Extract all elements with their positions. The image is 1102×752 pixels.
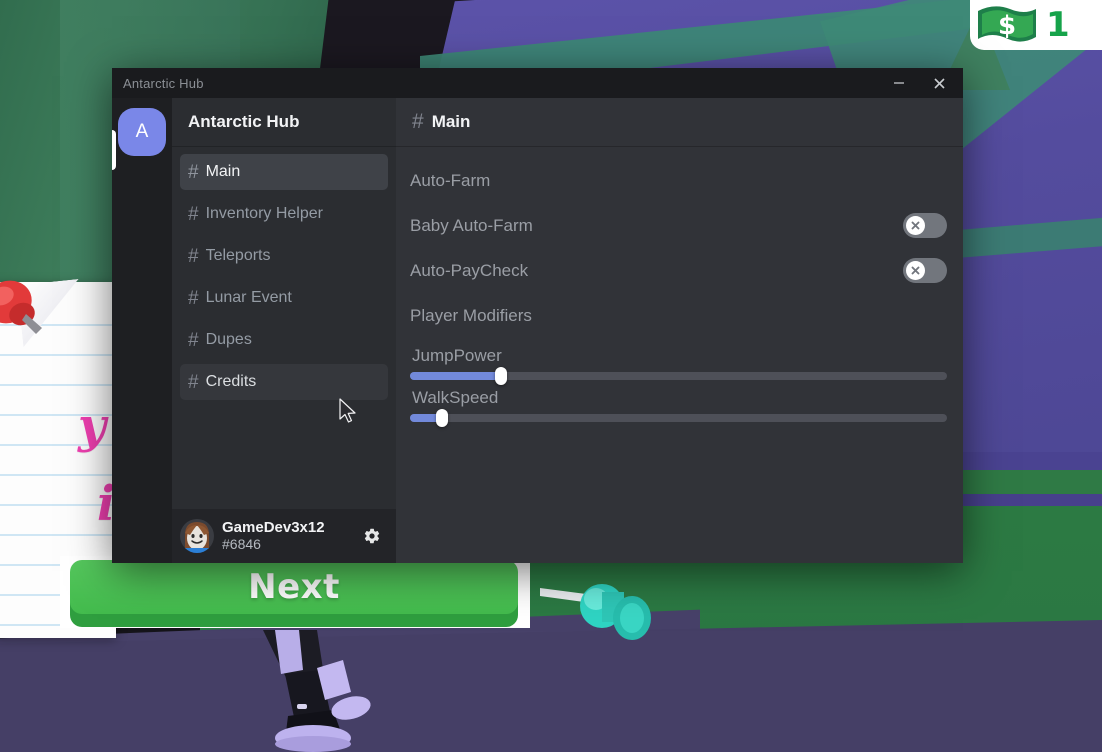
setting-label: Auto-PayCheck bbox=[410, 260, 529, 280]
window-body: A Antarctic Hub # Main # Inventory Helpe… bbox=[112, 98, 963, 563]
toggle-auto-paycheck[interactable] bbox=[903, 258, 947, 283]
character-legs bbox=[263, 630, 371, 752]
server-name: Antarctic Hub bbox=[188, 112, 300, 131]
guild-rail: A bbox=[112, 98, 172, 563]
settings-list: Auto-Farm Baby Auto-Farm Auto-PayCheck P… bbox=[396, 146, 963, 563]
user-tag: #6846 bbox=[222, 535, 261, 552]
section-auto-farm: Auto-Farm bbox=[410, 158, 947, 203]
user-meta: GameDev3x12 #6846 bbox=[222, 518, 348, 552]
hash-icon: # bbox=[188, 287, 199, 309]
cash-icon: $ bbox=[978, 6, 1036, 42]
sidebar-item-label: Credits bbox=[205, 373, 257, 390]
close-x-icon bbox=[911, 266, 920, 275]
slider-label-jumppower: JumpPower bbox=[412, 346, 502, 365]
svg-text:$: $ bbox=[998, 11, 1016, 41]
section-player-modifiers: Player Modifiers bbox=[410, 293, 947, 338]
section-label: Player Modifiers bbox=[410, 305, 532, 325]
guild-initial: A bbox=[135, 121, 149, 142]
avatar[interactable] bbox=[180, 519, 214, 553]
slider-knob[interactable] bbox=[495, 367, 508, 385]
teal-pushpin-icon bbox=[540, 584, 651, 640]
sidebar-item-label: Teleports bbox=[205, 247, 271, 264]
hash-icon: # bbox=[188, 161, 199, 183]
channel-list: # Main # Inventory Helper # Teleports # … bbox=[172, 146, 396, 509]
channel-title: Main bbox=[431, 112, 471, 131]
next-button-label: Next bbox=[248, 567, 340, 607]
antarctic-hub-window: Antarctic Hub A Antarctic Hub # Main # I… bbox=[112, 68, 963, 563]
sidebar-item-label: Main bbox=[205, 163, 241, 180]
hash-icon: # bbox=[188, 245, 199, 267]
user-panel: GameDev3x12 #6846 bbox=[172, 509, 396, 563]
channel-sidebar: Antarctic Hub # Main # Inventory Helper … bbox=[172, 98, 396, 563]
slider-jumppower[interactable] bbox=[410, 367, 947, 385]
server-name-header[interactable]: Antarctic Hub bbox=[172, 98, 396, 146]
user-settings-button[interactable] bbox=[356, 520, 388, 552]
toggle-knob bbox=[906, 261, 925, 280]
screen: y i $ 1 Next Antarctic Hub A Antarctic H… bbox=[0, 0, 1102, 752]
setting-label: Baby Auto-Farm bbox=[410, 215, 533, 235]
sidebar-item-teleports[interactable]: # Teleports bbox=[180, 238, 388, 274]
toggle-knob bbox=[906, 216, 925, 235]
sidebar-item-label: Dupes bbox=[205, 331, 252, 348]
sidebar-item-label: Inventory Helper bbox=[205, 205, 323, 222]
hash-icon: # bbox=[188, 371, 199, 393]
minimize-button[interactable] bbox=[879, 68, 919, 98]
hash-icon: # bbox=[412, 110, 424, 133]
sidebar-item-lunar-event[interactable]: # Lunar Event bbox=[180, 280, 388, 316]
minimize-icon bbox=[894, 82, 904, 84]
active-guild-indicator bbox=[112, 130, 116, 170]
hash-icon: # bbox=[188, 203, 199, 225]
red-pushpin-icon bbox=[0, 280, 42, 334]
slider-fill bbox=[410, 372, 502, 380]
close-button[interactable] bbox=[919, 68, 959, 98]
slider-knob[interactable] bbox=[436, 409, 449, 427]
hash-icon: # bbox=[188, 329, 199, 351]
slider-label-walkspeed: WalkSpeed bbox=[412, 388, 499, 407]
window-title: Antarctic Hub bbox=[123, 75, 204, 91]
sidebar-item-credits[interactable]: # Credits bbox=[180, 364, 388, 400]
setting-auto-paycheck: Auto-PayCheck bbox=[410, 248, 947, 293]
guild-icon-antarctic[interactable]: A bbox=[118, 108, 166, 156]
setting-baby-auto-farm: Baby Auto-Farm bbox=[410, 203, 947, 248]
sidebar-item-dupes[interactable]: # Dupes bbox=[180, 322, 388, 358]
window-titlebar[interactable]: Antarctic Hub bbox=[112, 68, 963, 98]
main-panel: # Main Auto-Farm Baby Auto-Farm Auto-Pay… bbox=[396, 98, 963, 563]
close-icon bbox=[933, 77, 945, 89]
section-label: Auto-Farm bbox=[410, 170, 491, 190]
user-name: GameDev3x12 bbox=[222, 518, 325, 536]
money-hud: $ 1 bbox=[970, 0, 1102, 50]
slider-walkspeed[interactable] bbox=[410, 409, 947, 427]
toggle-baby-auto-farm[interactable] bbox=[903, 213, 947, 238]
sidebar-item-inventory-helper[interactable]: # Inventory Helper bbox=[180, 196, 388, 232]
gear-icon bbox=[364, 528, 380, 544]
sidebar-item-main[interactable]: # Main bbox=[180, 154, 388, 190]
channel-header: # Main bbox=[396, 98, 963, 146]
money-value: 1 bbox=[1046, 5, 1070, 45]
next-button[interactable]: Next bbox=[70, 560, 518, 614]
note-handwriting-line1: y bbox=[78, 398, 106, 454]
close-x-icon bbox=[911, 221, 920, 230]
sidebar-item-label: Lunar Event bbox=[205, 289, 292, 306]
